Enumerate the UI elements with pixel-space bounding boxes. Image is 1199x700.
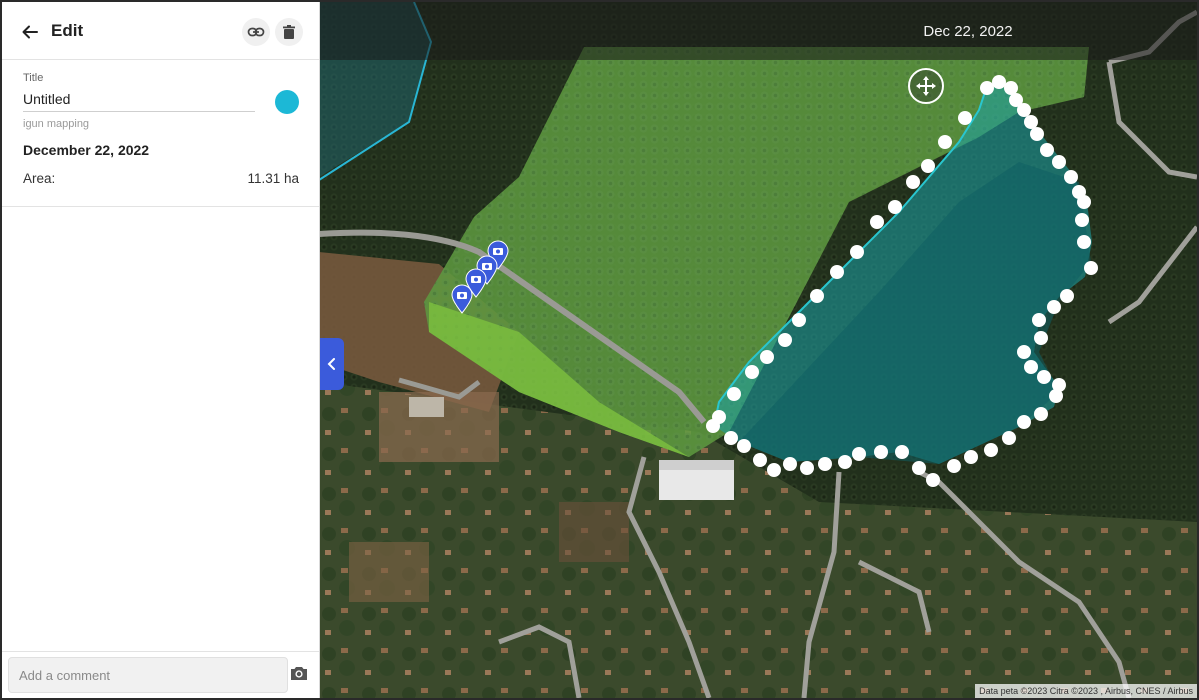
date-banner-text: Dec 22, 2022 (923, 22, 1013, 40)
app-frame: Edit Title igun mapping December 22, 202… (0, 0, 1199, 700)
photo-marker[interactable] (450, 284, 474, 314)
divider (2, 206, 319, 207)
project-name: igun mapping (23, 118, 90, 130)
attach-photo-button[interactable] (289, 663, 311, 685)
copy-link-button[interactable] (242, 18, 270, 46)
comment-input[interactable] (8, 657, 288, 693)
panel-title: Edit (51, 21, 84, 40)
panel-header: Edit (2, 2, 319, 60)
map-attribution: Data peta ©2023 Citra ©2023 , Airbus, CN… (975, 684, 1197, 698)
chevron-left-icon (327, 358, 335, 370)
date-banner: Dec 22, 2022 (319, 2, 1197, 60)
edit-panel: Edit Title igun mapping December 22, 202… (2, 2, 320, 698)
comment-bar (2, 651, 319, 698)
title-label: Title (23, 72, 44, 84)
move-arrows-icon (916, 76, 936, 96)
area-label: Area: (23, 171, 56, 186)
link-icon (247, 27, 265, 37)
move-polygon-handle[interactable] (908, 68, 944, 104)
delete-button[interactable] (275, 18, 303, 46)
back-button[interactable] (16, 18, 44, 46)
satellite-imagery (319, 2, 1197, 698)
trash-icon (283, 25, 295, 39)
title-input[interactable] (23, 87, 255, 112)
map-view[interactable]: Dec 22, 2022 Data peta ©2023 Citra ©2023… (319, 2, 1197, 698)
arrow-left-icon (22, 25, 38, 39)
area-value: 11.31 ha (247, 171, 299, 186)
camera-icon (291, 667, 307, 680)
collapse-panel-button[interactable] (319, 338, 344, 390)
capture-date: December 22, 2022 (23, 142, 150, 158)
color-picker-dot[interactable] (275, 90, 299, 114)
